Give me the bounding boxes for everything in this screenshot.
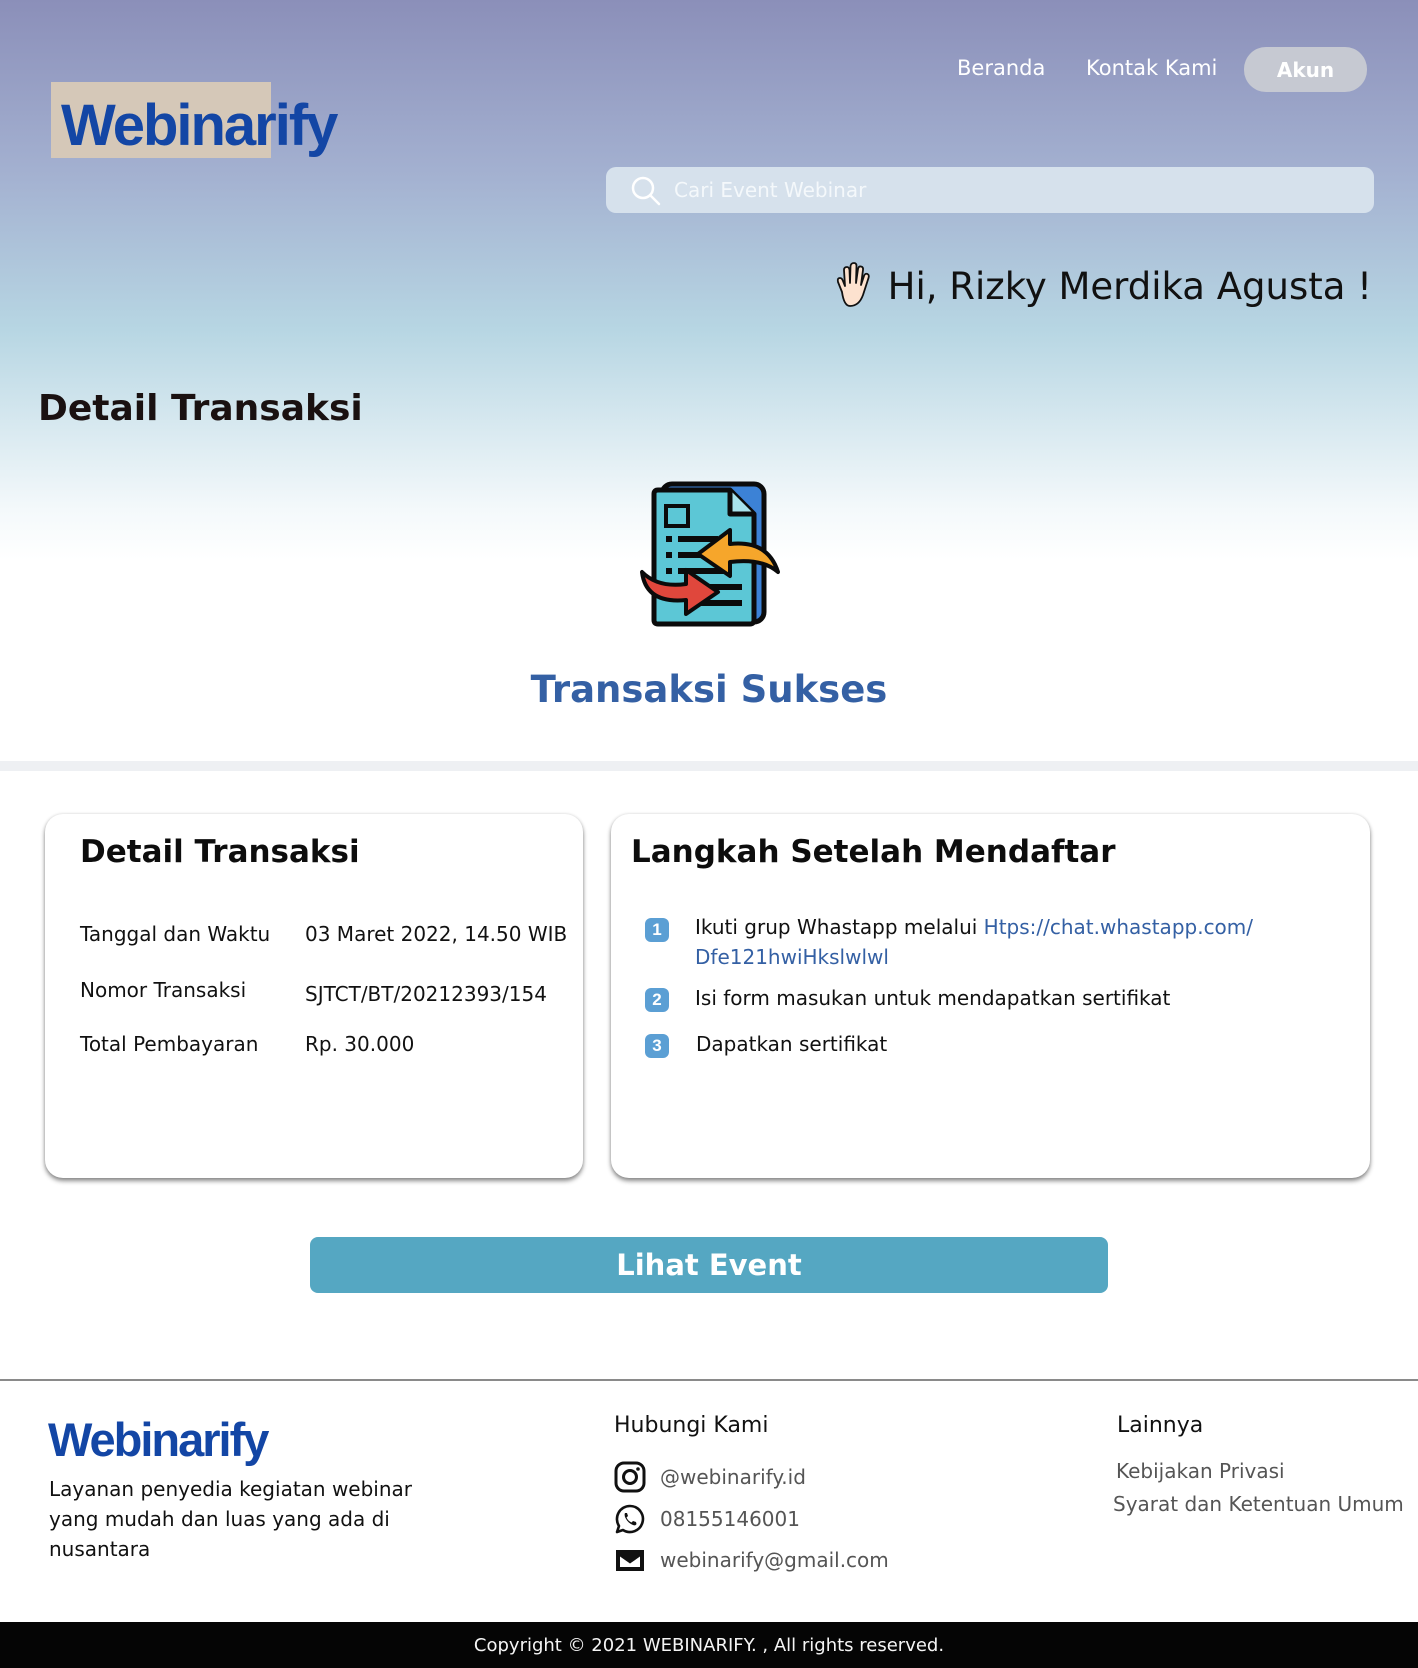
transaction-status: Transaksi Sukses: [530, 668, 888, 711]
mail-icon: [616, 1550, 644, 1571]
card-title: Langkah Setelah Mendaftar: [631, 834, 1116, 870]
nav-home-link[interactable]: Beranda: [957, 56, 1045, 80]
other-heading: Lainnya: [1117, 1413, 1204, 1438]
step-number-2: 2: [645, 988, 669, 1012]
transaction-detail-card: Detail Transaksi Tanggal dan Waktu 03 Ma…: [45, 814, 583, 1178]
whatsapp-contact[interactable]: 08155146001: [614, 1503, 800, 1535]
step-3: Dapatkan sertifikat: [696, 1032, 888, 1056]
whatsapp-icon: [615, 1504, 645, 1534]
nav-contact-link[interactable]: Kontak Kami: [1086, 56, 1217, 80]
greeting-text: Hi, Rizky Merdika Agusta !: [887, 264, 1372, 308]
date-label: Tanggal dan Waktu: [80, 922, 271, 946]
transaction-number-value: SJTCT/BT/20212393/154: [305, 982, 547, 1006]
date-value: 03 Maret 2022, 14.50 WIB: [305, 922, 568, 946]
instagram-handle: @webinarify.id: [660, 1465, 806, 1489]
footer-description: Layanan penyedia kegiatan webinar yang m…: [49, 1477, 413, 1561]
terms-link[interactable]: Syarat dan Ketentuan Umum: [1113, 1492, 1404, 1516]
footer-divider: [0, 1379, 1418, 1381]
step-2: Isi form masukan untuk mendapatkan serti…: [695, 986, 1171, 1010]
step-1-text: Ikuti grup Whastapp melalui: [695, 915, 984, 939]
account-button[interactable]: Akun: [1244, 47, 1367, 92]
greeting: Hi, Rizky Merdika Agusta !: [830, 262, 1372, 310]
transaction-number-label: Nomor Transaksi: [80, 978, 247, 1002]
whatsapp-number: 08155146001: [660, 1507, 800, 1531]
privacy-policy-link[interactable]: Kebijakan Privasi: [1116, 1459, 1285, 1483]
steps-card: Langkah Setelah Mendaftar 1 Ikuti grup W…: [611, 814, 1370, 1178]
step-number-3: 3: [645, 1034, 669, 1058]
card-title: Detail Transaksi: [80, 834, 360, 870]
copyright-text: Copyright © 2021 WEBINARIFY. , All right…: [473, 1634, 945, 1656]
search-input[interactable]: [674, 167, 1354, 213]
step-1: Ikuti grup Whastapp melalui Htps://chat.…: [695, 912, 1335, 972]
instagram-icon: [614, 1461, 646, 1493]
step-number-1: 1: [645, 918, 669, 942]
instagram-contact[interactable]: @webinarify.id: [614, 1461, 806, 1493]
email-address: webinarify@gmail.com: [660, 1548, 889, 1572]
logo[interactable]: Webinarify: [61, 92, 338, 159]
copyright-bar: Copyright © 2021 WEBINARIFY. , All right…: [0, 1622, 1418, 1668]
contact-heading: Hubungi Kami: [614, 1413, 769, 1438]
page-title: Detail Transaksi: [38, 388, 363, 429]
waving-hand-icon: [836, 262, 870, 307]
search-icon: [631, 176, 661, 206]
total-payment-value: Rp. 30.000: [305, 1032, 415, 1056]
footer-logo[interactable]: Webinarify: [48, 1412, 269, 1467]
view-event-button[interactable]: Lihat Event: [310, 1237, 1108, 1293]
transaction-icon: [640, 481, 780, 627]
email-contact[interactable]: webinarify@gmail.com: [614, 1544, 889, 1576]
search-bar[interactable]: [606, 167, 1374, 213]
total-payment-label: Total Pembayaran: [80, 1032, 259, 1056]
section-divider: [0, 761, 1418, 771]
